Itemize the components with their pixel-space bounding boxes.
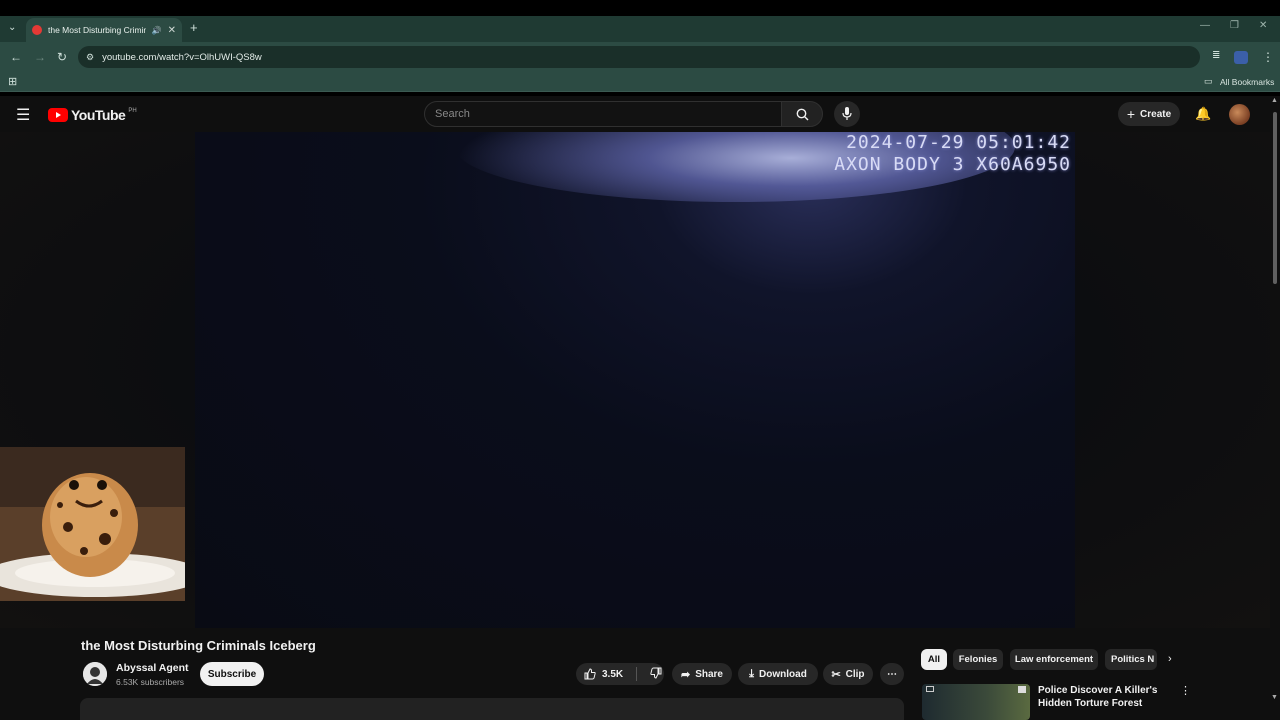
bodycam-overlay: 2024-07-29 05:01:42 AXON BODY 3 X60A6950 — [834, 132, 1071, 176]
folder-icon: ▭ — [1204, 76, 1213, 86]
media-controls-icon[interactable]: ≣ — [1212, 50, 1220, 61]
forward-icon[interactable]: → — [34, 50, 46, 64]
hamburger-menu-icon[interactable]: ☰ — [16, 105, 30, 125]
clip-button[interactable]: ✂ Clip — [823, 663, 873, 685]
video-frame: 2024-07-29 05:01:42 AXON BODY 3 X60A6950 — [195, 132, 1075, 628]
download-icon: ⤓ — [749, 667, 755, 680]
channel-name[interactable]: Abyssal Agent — [116, 662, 189, 674]
site-info-icon[interactable]: ⚙ — [86, 52, 94, 63]
chip-felonies[interactable]: Felonies — [953, 649, 1003, 670]
youtube-play-logo-icon — [48, 108, 68, 122]
like-dislike-group: 3.5K — [576, 663, 664, 685]
window-top-edge — [0, 0, 1280, 16]
microphone-icon — [842, 107, 852, 120]
channel-avatar[interactable] — [83, 662, 107, 686]
address-bar[interactable]: ⚙ youtube.com/watch?v=OlhUWI-QS8w — [78, 46, 1200, 68]
chip-law-enforcement[interactable]: Law enforcement — [1010, 649, 1098, 670]
browser-menu-icon[interactable]: ⋮ — [1262, 50, 1274, 64]
plus-icon: + — [1126, 106, 1136, 122]
share-arrow-icon: ➦ — [680, 668, 691, 681]
tab-youtube[interactable]: the Most Disturbing Criminals Iceberg 🔊 … — [26, 18, 182, 42]
youtube-favicon-icon — [32, 25, 42, 35]
restore-icon[interactable]: ❐ — [1230, 20, 1239, 31]
share-button[interactable]: ➦ Share — [672, 663, 732, 685]
bookmarks-bar: ⊞ ▭ All Bookmarks — [0, 72, 1280, 92]
create-button[interactable]: + Create — [1118, 102, 1180, 126]
notifications-bell-icon[interactable]: 🔔 — [1195, 106, 1211, 122]
bodycam-timestamp: 2024-07-29 05:01:42 — [846, 132, 1071, 153]
scroll-down-icon[interactable]: ▼ — [1271, 694, 1278, 701]
chips-next-icon[interactable]: › — [1168, 653, 1172, 665]
chip-politics[interactable]: Politics N — [1105, 649, 1157, 670]
thumbs-up-icon — [584, 668, 596, 680]
tab-title: the Most Disturbing Criminals Iceberg — [48, 25, 146, 35]
speaker-icon: 🔊 — [151, 25, 162, 35]
cookie-mascot-illustration — [0, 447, 185, 601]
create-label: Create — [1140, 108, 1172, 120]
cookie-character-image — [0, 447, 185, 601]
channel-logo-icon — [83, 662, 107, 686]
more-dots-icon: ⋯ — [887, 668, 897, 680]
search-icon — [796, 108, 808, 120]
voice-search-button[interactable] — [834, 101, 860, 127]
youtube-logo[interactable]: YouTube PH — [48, 107, 137, 123]
video-title: the Most Disturbing Criminals Iceberg — [81, 638, 316, 653]
url-text: youtube.com/watch?v=OlhUWI-QS8w — [102, 51, 262, 63]
tab-search-icon[interactable]: ⌄ — [8, 22, 16, 33]
video-player[interactable]: 2024-07-29 05:01:42 AXON BODY 3 X60A6950 — [0, 132, 1270, 628]
account-avatar[interactable] — [1229, 104, 1250, 125]
region-code: PH — [128, 108, 137, 114]
search-input[interactable]: Search — [424, 101, 782, 127]
scrollbar-thumb[interactable] — [1273, 112, 1277, 284]
subscribe-button[interactable]: Subscribe — [200, 662, 264, 686]
search-button[interactable] — [781, 101, 823, 127]
close-window-icon[interactable]: ✕ — [1259, 20, 1267, 31]
back-icon[interactable]: ← — [10, 50, 22, 64]
minimize-icon[interactable]: — — [1200, 20, 1210, 31]
more-actions-button[interactable]: ⋯ — [880, 663, 904, 685]
download-label: Download — [759, 668, 807, 680]
tab-strip: ⌄ the Most Disturbing Criminals Iceberg … — [0, 16, 1280, 42]
extension-icon[interactable] — [1234, 51, 1248, 64]
scroll-up-icon[interactable]: ▲ — [1271, 97, 1278, 104]
like-count: 3.5K — [602, 668, 624, 680]
chip-all[interactable]: All — [921, 649, 947, 670]
download-button[interactable]: ⤓ Download — [738, 663, 818, 685]
clip-label: Clip — [845, 668, 865, 680]
apps-grid-icon[interactable]: ⊞ — [8, 75, 17, 88]
dislike-button[interactable] — [650, 667, 662, 682]
youtube-wordmark: YouTube — [71, 107, 126, 123]
like-divider — [636, 667, 638, 681]
bodycam-device-id: AXON BODY 3 X60A6950 — [834, 154, 1071, 175]
recommendation-title[interactable]: Police Discover A Killer's Hidden Tortur… — [1038, 684, 1168, 710]
close-tab-icon[interactable]: ✕ — [168, 25, 176, 36]
new-tab-icon[interactable]: + — [190, 20, 198, 35]
scissors-icon: ✂ — [831, 668, 841, 681]
playlist-icon — [926, 686, 934, 692]
description-box[interactable] — [80, 698, 904, 720]
share-label: Share — [695, 668, 723, 680]
recommendation-thumbnail[interactable] — [922, 684, 1030, 720]
recommendation-menu-icon[interactable]: ⋮ — [1180, 684, 1191, 697]
all-bookmarks-link[interactable]: All Bookmarks — [1220, 77, 1274, 87]
like-button[interactable]: 3.5K — [584, 668, 623, 680]
queue-icon — [1018, 686, 1026, 693]
reload-icon[interactable]: ↻ — [57, 50, 67, 64]
thumbs-down-icon — [650, 667, 662, 679]
subscriber-count: 6.53K subscribers — [116, 677, 185, 687]
